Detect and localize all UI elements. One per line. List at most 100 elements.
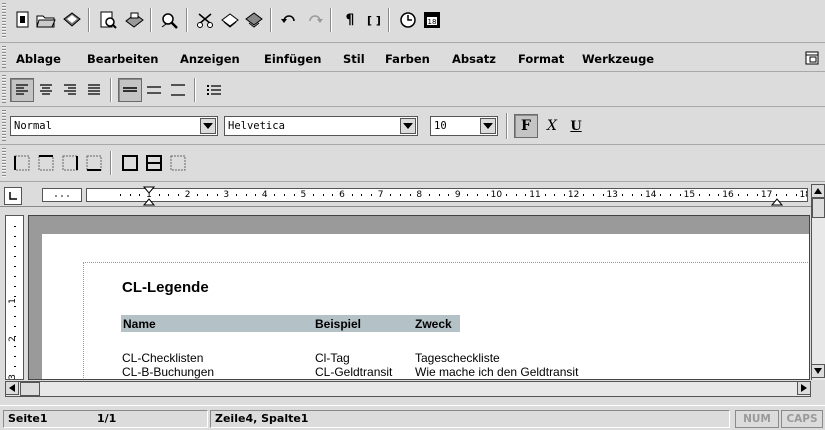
toolbar-grip[interactable] [2, 110, 6, 141]
save-disk-icon[interactable] [60, 8, 84, 32]
ruler-number: 11 [529, 190, 541, 200]
new-document-icon[interactable] [10, 8, 34, 32]
onehalf-spacing-icon[interactable] [142, 78, 166, 102]
toolbar-separator [186, 8, 188, 32]
field-brackets-icon[interactable]: [ ] [362, 8, 386, 32]
ruler-tick [515, 194, 517, 196]
print-preview-icon[interactable] [96, 8, 120, 32]
open-folder-icon[interactable] [34, 8, 58, 32]
horizontal-scrollbar[interactable] [5, 381, 811, 397]
redo-icon[interactable] [302, 8, 326, 32]
chevron-down-icon[interactable] [400, 118, 416, 134]
spell-check-icon[interactable] [158, 8, 182, 32]
clock-icon[interactable] [396, 8, 420, 32]
single-spacing-icon[interactable] [118, 78, 142, 102]
borders-toolbar [0, 145, 825, 182]
chevron-down-icon[interactable] [480, 118, 496, 134]
ruler-tick [554, 194, 556, 196]
font-value: Helvetica [228, 120, 285, 132]
document-page[interactable]: CL-Legende Name Beispiel Zweck CL-Checkl… [42, 234, 809, 379]
menu-stil[interactable]: Stil [343, 50, 365, 68]
ruler-number: 6 [339, 190, 345, 200]
scroll-down-icon[interactable] [811, 364, 825, 378]
border-left-icon[interactable] [10, 151, 34, 175]
scroll-right-icon[interactable] [797, 381, 811, 395]
ruler-tick [699, 194, 701, 196]
paste-icon[interactable] [242, 8, 266, 32]
ruler-tick [313, 194, 315, 196]
toolbar-separator [388, 8, 390, 32]
toolbar-grip[interactable] [2, 3, 6, 39]
ruler-scale[interactable]: 123456789101112131415161718 [86, 188, 808, 202]
toolbar-separator [110, 151, 112, 175]
ruler-number: 7 [377, 190, 384, 200]
style-dropdown[interactable]: Normal [10, 116, 218, 136]
double-spacing-icon[interactable] [166, 78, 190, 102]
calendar-icon[interactable]: 18 [420, 8, 444, 32]
italic-button[interactable]: X [540, 114, 564, 138]
border-top-icon[interactable] [34, 151, 58, 175]
status-page-count: 1/1 [97, 412, 117, 425]
align-center-icon[interactable] [34, 78, 58, 102]
align-left-icon[interactable] [10, 78, 34, 102]
vruler-number: 1 [7, 298, 18, 304]
menu-ablage[interactable]: Ablage [16, 50, 61, 68]
menu-grip[interactable] [2, 46, 6, 68]
align-right-icon[interactable] [58, 78, 82, 102]
ruler-tick [274, 194, 276, 196]
font-dropdown[interactable]: Helvetica [224, 116, 418, 136]
copy-icon[interactable] [218, 8, 242, 32]
vruler-tick [14, 236, 16, 237]
status-page-cell: Seite1 1/1 [3, 410, 208, 428]
ruler-number: 3 [223, 190, 230, 200]
bold-button[interactable]: F [514, 114, 538, 138]
chevron-down-icon[interactable] [200, 118, 216, 134]
ruler-tick [621, 194, 623, 196]
ruler-tick [139, 194, 141, 196]
border-none-icon[interactable] [166, 151, 190, 175]
menu-farben[interactable]: Farben [385, 50, 430, 68]
toolbar-separator [150, 8, 152, 32]
menu-anzeigen[interactable]: Anzeigen [180, 50, 240, 68]
bullet-list-icon[interactable] [202, 78, 226, 102]
toolbar-grip[interactable] [2, 148, 6, 178]
vertical-scrollbar[interactable] [811, 184, 825, 380]
scroll-up-icon[interactable] [811, 184, 825, 198]
toolbar-separator [110, 78, 112, 102]
scroll-left-icon[interactable] [5, 381, 19, 395]
menu-absatz[interactable]: Absatz [452, 50, 496, 68]
vruler-number: 2 [7, 336, 18, 342]
ruler-tick [168, 194, 170, 196]
table-header-beispiel: Beispiel [315, 317, 362, 331]
border-inside-icon[interactable] [142, 151, 166, 175]
font-size-dropdown[interactable]: 10 [430, 116, 498, 136]
border-right-icon[interactable] [58, 151, 82, 175]
menu-einfuegen[interactable]: Einfügen [264, 50, 321, 68]
menu-werkzeuge[interactable]: Werkzeuge [582, 50, 654, 68]
menu-format[interactable]: Format [518, 50, 564, 68]
ruler-tick [438, 194, 440, 196]
window-restore-icon[interactable] [804, 50, 820, 66]
horizontal-scroll-thumb[interactable] [20, 382, 40, 396]
border-bottom-icon[interactable] [82, 151, 106, 175]
pilcrow-icon[interactable]: ¶ [338, 8, 362, 32]
status-num-indicator: NUM [735, 410, 779, 428]
ruler-tick [467, 194, 469, 196]
ruler-number: 18 [799, 190, 807, 200]
right-indent-marker[interactable] [771, 185, 783, 207]
vruler-tick [14, 336, 16, 337]
border-outside-icon[interactable] [118, 151, 142, 175]
vruler-tick [14, 256, 16, 257]
vertical-scroll-thumb[interactable] [812, 198, 825, 218]
align-justify-icon[interactable] [82, 78, 106, 102]
undo-icon[interactable] [278, 8, 302, 32]
underline-button[interactable]: U [564, 114, 588, 138]
menu-bearbeiten[interactable]: Bearbeiten [87, 50, 158, 68]
left-indent-marker[interactable] [143, 185, 155, 207]
toolbar-grip[interactable] [2, 75, 6, 103]
document-viewport[interactable]: CL-Legende Name Beispiel Zweck CL-Checkl… [28, 215, 810, 380]
ruler-tick [718, 194, 720, 196]
cut-scissors-icon[interactable] [194, 8, 218, 32]
tab-stop-icon[interactable] [4, 187, 22, 205]
print-icon[interactable] [122, 8, 146, 32]
